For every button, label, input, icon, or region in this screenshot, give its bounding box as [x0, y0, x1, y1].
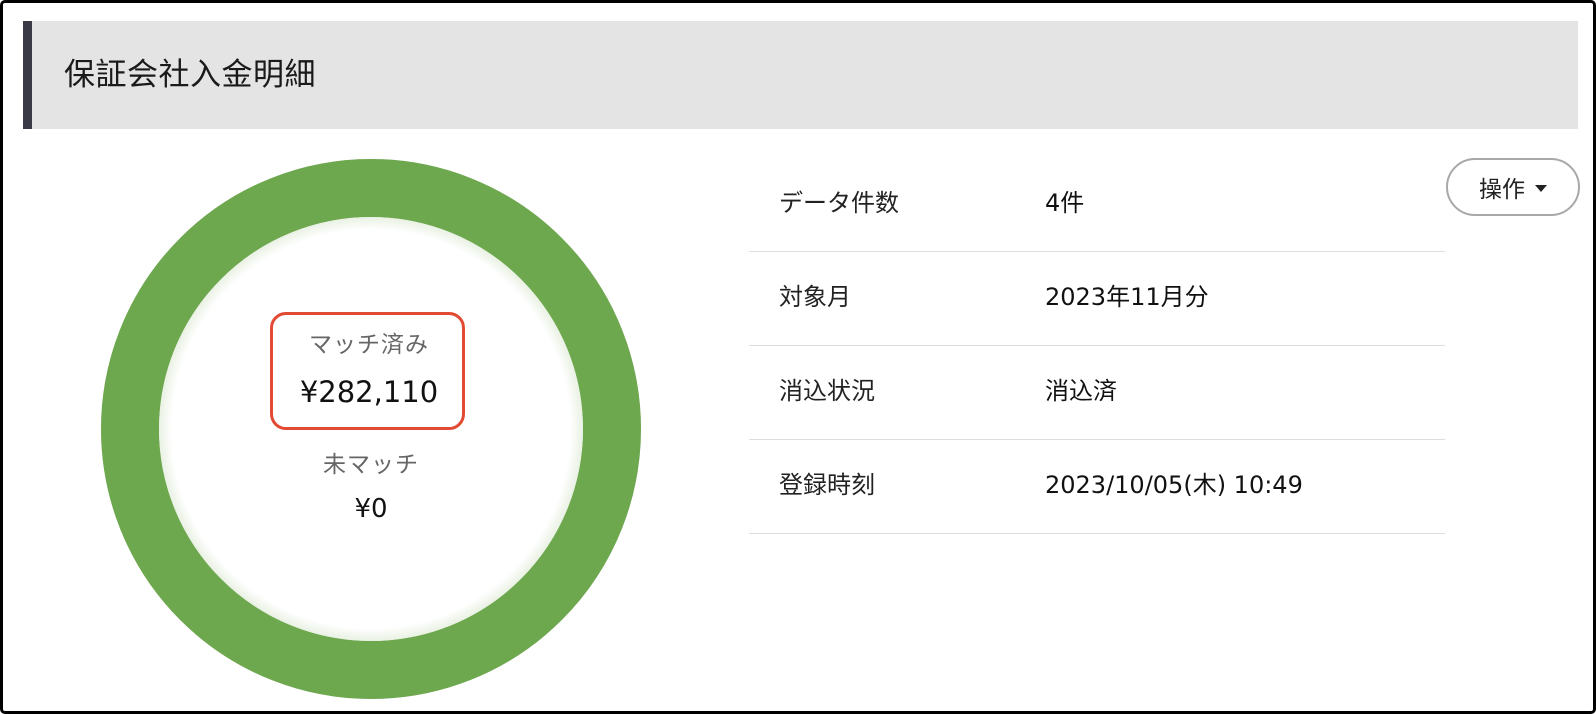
- info-row: データ件数 4件: [749, 158, 1445, 252]
- info-value-registered-at: 2023/10/05(木) 10:49: [1045, 471, 1303, 499]
- info-row: 消込状況 消込済: [749, 346, 1445, 440]
- matched-label: マッチ済み: [309, 332, 429, 358]
- info-label-target-month: 対象月: [779, 283, 851, 311]
- caret-down-icon: [1535, 185, 1547, 192]
- info-row: 登録時刻 2023/10/05(木) 10:49: [749, 440, 1445, 534]
- operation-dropdown-button[interactable]: 操作: [1446, 158, 1580, 216]
- payment-detail-panel: 保証会社入金明細 マッチ済み ¥282,110 未マッチ ¥0 データ件数 4件…: [0, 0, 1596, 714]
- operation-button-label: 操作: [1479, 177, 1525, 203]
- info-value-target-month: 2023年11月分: [1045, 283, 1209, 311]
- unmatched-amount: ¥0: [354, 494, 388, 524]
- matched-amount: ¥282,110: [299, 375, 439, 409]
- info-label-registered-at: 登録時刻: [779, 471, 875, 499]
- matched-highlight-box: [270, 312, 465, 430]
- info-row: 対象月 2023年11月分: [749, 252, 1445, 346]
- unmatched-label: 未マッチ: [323, 452, 419, 478]
- info-value-status: 消込済: [1045, 377, 1117, 405]
- page-title: 保証会社入金明細: [64, 57, 316, 93]
- section-header: 保証会社入金明細: [23, 21, 1578, 129]
- info-label-status: 消込状況: [779, 377, 875, 405]
- info-value-count: 4件: [1045, 189, 1085, 217]
- info-label-count: データ件数: [779, 189, 899, 217]
- info-table: データ件数 4件 対象月 2023年11月分 消込状況 消込済 登録時刻 202…: [749, 158, 1445, 534]
